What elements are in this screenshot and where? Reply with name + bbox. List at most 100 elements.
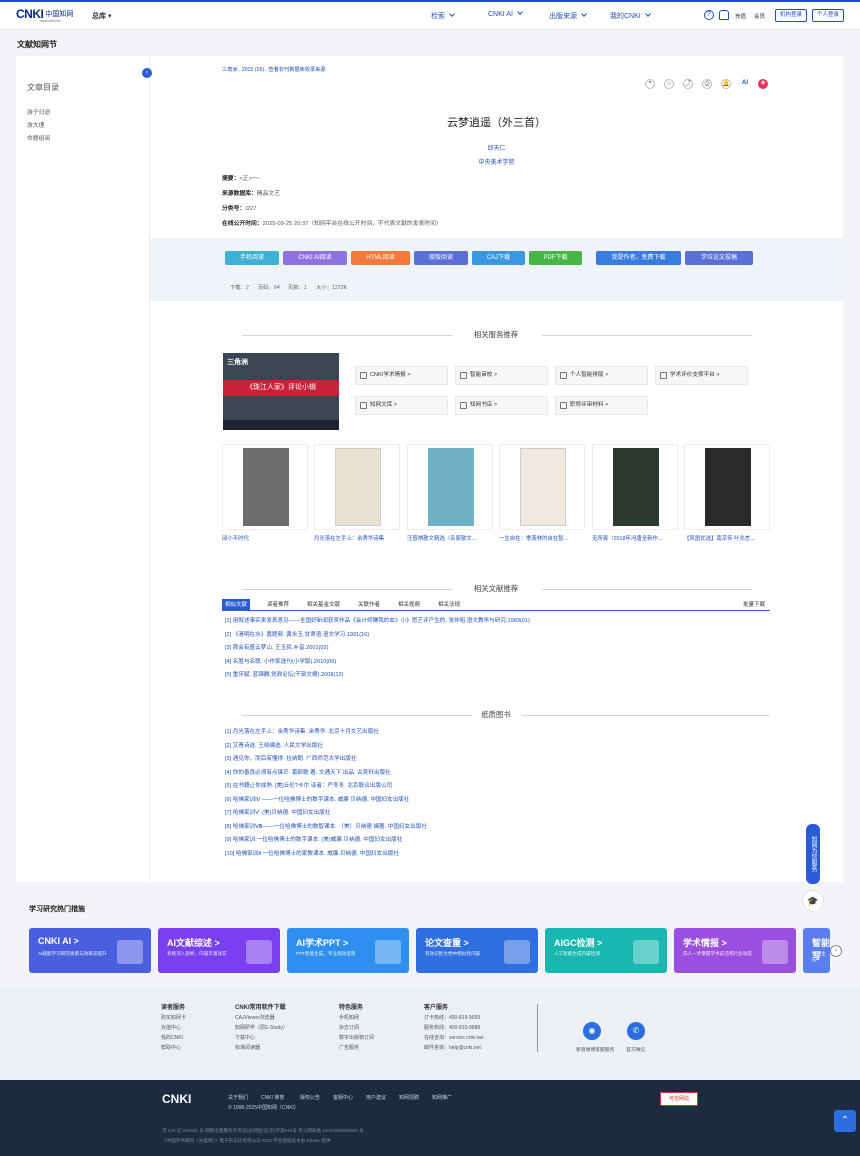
book-ref-item[interactable]: [2] 艾青诗选. 王晓编选. 人民文学出版社 [225, 741, 323, 749]
app-icon[interactable]: ◈ [758, 79, 768, 89]
reference-item[interactable]: [3] 那会有盛云梦山. 王玉民.乡音.2001(02) [225, 643, 329, 651]
pdf-download-button[interactable]: PDF下载 [529, 251, 582, 265]
notify-icon[interactable]: 🔔 [721, 79, 731, 89]
toc-item[interactable]: 游子归途 [27, 107, 50, 116]
footer-link[interactable]: CAJViewer浏览器 [235, 1013, 288, 1023]
recharge-link[interactable]: 充值 [735, 12, 746, 20]
footer-link[interactable]: 手机知网 [339, 1013, 374, 1023]
batch-download-link[interactable]: 批量下载 [740, 599, 768, 611]
hot-card-aigc[interactable]: AIGC检测 > 人工智能生成内容检测 [545, 928, 667, 973]
book-ref-item[interactable]: [6] 哈佛家训Ⅳ ——一位哈佛博士的数字课本. 威廉 贝纳德. 中国妇女出版社 [225, 795, 409, 803]
share-icon[interactable]: ⤴ [683, 79, 693, 89]
promo-banner[interactable]: 三角洲 《珠江人家》评论小辑 [223, 353, 339, 430]
service-smart-layout[interactable]: 个人智能排版 > [555, 366, 648, 385]
html-read-button[interactable]: HTML阅读 [351, 251, 410, 265]
book-ref-item[interactable]: [9] 哈佛家训:一位哈佛博士的数字课本. (美)威廉.贝纳德. 中国妇女出版社 [225, 835, 402, 843]
book-card[interactable] [314, 444, 400, 530]
footer-link[interactable]: 版权公告 [300, 1094, 320, 1101]
source-breadcrumb[interactable]: 三角洲 . 2025 (26) . 查看非刊数据库收录来源 [222, 66, 325, 73]
hot-card-smart-write[interactable]: 智能写 智能生成 [803, 928, 830, 973]
tab-fund-literature[interactable]: 相关基金文献 [304, 599, 343, 611]
book-ref-item[interactable]: [3] 遇见你，而后有懂得. 拉纳朗. 广西师范大学出版社 [225, 754, 356, 762]
nav-publication-source[interactable]: 出版来源 [549, 11, 587, 21]
tab-related-author[interactable]: 关联作者 [355, 599, 383, 611]
book-ref-item[interactable]: [10] 哈佛家训Ⅱ:一位哈佛博士的家教课本. 威廉.贝纳德. 中国妇女出版社 [225, 849, 399, 857]
service-library[interactable]: 知网文库 > [355, 396, 448, 415]
hot-card-intel[interactable]: 学术情报 > 先人一步掌握学术前沿和行业动态 [674, 928, 796, 973]
footer-link[interactable]: 杂志订阅 [339, 1023, 374, 1033]
toc-item[interactable]: 命题组阅 [27, 133, 50, 142]
footer-link[interactable]: 充值中心 [161, 1023, 186, 1033]
book-caption[interactable]: 月光落在左手上：余秀华诗集 [314, 534, 400, 542]
service-title-review[interactable]: 职称评审材料 > [555, 396, 648, 415]
institution-link[interactable]: 中央美术学院 [150, 157, 843, 166]
book-caption[interactable]: 汪曾祺散文精选（名家散文... [407, 534, 493, 542]
service-smart-proofread[interactable]: 智能审校 > [455, 366, 548, 385]
ai-icon[interactable]: AI [740, 79, 750, 89]
book-card[interactable] [222, 444, 308, 530]
hot-card-ai-review[interactable]: AI文献综述 > 系统深入剖析，内容丰富详实 [158, 928, 280, 973]
book-card[interactable] [684, 444, 770, 530]
book-caption[interactable]: 无所畏（2018年冯唐全新作... [592, 534, 678, 542]
graduation-cap-icon[interactable]: 🎓 [802, 890, 824, 912]
footer-link[interactable]: 标准阅读器 [235, 1043, 288, 1053]
hot-card-plagiarism[interactable]: 论文查重 > 有效识别文档中相似性内容 [416, 928, 538, 973]
footer-link[interactable]: 用户建议 [366, 1094, 386, 1101]
tab-similar[interactable]: 相似文献 [222, 599, 251, 611]
service-academic-intel[interactable]: CNKI学术情报 > [355, 366, 448, 385]
nav-cnki-ai[interactable]: CNKI AI [488, 9, 523, 18]
tab-related-law[interactable]: 相关法规 [435, 599, 463, 611]
collapse-sidebar-icon[interactable]: ‹ [142, 68, 152, 78]
trusted-site-badge[interactable]: 可信网站 [660, 1092, 698, 1106]
book-ref-item[interactable]: [7] 哈佛家训Ⅴ. (美)贝纳德. 中国妇女出版社 [225, 808, 330, 816]
help-icon[interactable]: ? [704, 10, 714, 20]
reference-item[interactable]: [2] 《清明在水》嘉题频. 黄永玉.甘肃语.语文学习.1991(10) [225, 630, 369, 638]
book-ref-item[interactable]: [1] 月光落在左手上：余秀华诗集. 余秀华. 北京十月文艺出版社 [225, 727, 379, 735]
footer-link[interactable]: 关于我们 [228, 1094, 248, 1101]
footer-link[interactable]: 数字出版物订阅 [339, 1033, 374, 1043]
favorite-icon[interactable]: ☆ [664, 79, 674, 89]
service-bookstore[interactable]: 知网书店 > [455, 396, 548, 415]
thesis-submit-button[interactable]: 学位论文投稿 [685, 251, 753, 265]
member-link[interactable]: 会员 [754, 12, 765, 20]
footer-link[interactable]: 帮助中心 [161, 1043, 186, 1053]
org-login-button[interactable]: 机构登录 [775, 9, 808, 22]
footer-link[interactable]: CNKI 荣誉 [261, 1094, 284, 1101]
footer-link[interactable]: 广告服务 [339, 1043, 374, 1053]
quote-icon[interactable]: ❝ [645, 79, 655, 89]
book-ref-item[interactable]: [8] 哈佛家训Ⅷ——一位哈佛博士的数智课本. （美）贝纳德 编著. 中国妇女出… [225, 822, 427, 830]
nav-search[interactable]: 检索 [431, 11, 455, 21]
nav-my-cnki[interactable]: 我的CNKI [610, 11, 651, 21]
footer-link[interactable]: 下载中心 [235, 1033, 288, 1043]
reference-item[interactable]: [1] 用叙述事实来发表意见——全国好新闻获奖作品《会计师赚我的血》小》思艺评产… [225, 616, 530, 624]
footer-link[interactable]: 客服中心 [333, 1094, 353, 1101]
footer-link[interactable]: 购买知网卡 [161, 1013, 186, 1023]
back-to-top-button[interactable]: ⌃ [834, 1110, 856, 1132]
reference-item[interactable]: [4] 名胜与名联. 小作家选刊(小学版).2010(06) [225, 657, 336, 665]
caj-download-button[interactable]: CAJ下载 [472, 251, 525, 265]
personal-login-button[interactable]: 个人登录 [812, 9, 845, 22]
footer-link[interactable]: 知网推广 [432, 1094, 452, 1101]
book-caption[interactable]: 一生自在：季羡林的自在智... [499, 534, 585, 542]
book-caption[interactable]: 邱小平时代 [222, 534, 308, 542]
wechat-icon[interactable]: ✆ [627, 1022, 645, 1040]
toc-item[interactable]: 游大理 [27, 120, 44, 129]
book-card[interactable] [499, 444, 585, 530]
chevron-right-icon[interactable]: › [830, 945, 842, 957]
footer-link[interactable]: 我的CNKI [161, 1033, 186, 1043]
mobile-read-button[interactable]: 手机阅读 [225, 251, 279, 265]
footer-link[interactable]: 知网招聘 [399, 1094, 419, 1101]
tab-related-video[interactable]: 相关视频 [395, 599, 423, 611]
author-link[interactable]: 邱天仁 [150, 143, 843, 152]
book-ref-item[interactable]: [4] 你的善良必须有点锋芒. 慕颜歌 著. 文通天下 出品. 古吴轩出版社 [225, 768, 391, 776]
reference-item[interactable]: [5] 重庆赋. 蓝锦麟.党政论坛(干部文摘).2008(12) [225, 670, 343, 678]
book-card[interactable] [407, 444, 493, 530]
book-ref-item[interactable]: [5] 在书籍让你成熟. [美]丘伦?卡尔 译者：严冬冬. 北京联合出版公司 [225, 781, 392, 789]
book-card[interactable] [592, 444, 678, 530]
author-free-download-button[interactable]: 我是作者，免费下载 [596, 251, 681, 265]
cnki-ai-read-button[interactable]: CNKI AI阅读 [283, 251, 347, 265]
library-selector[interactable]: 总库 ▾ [92, 11, 111, 21]
footer-link[interactable]: 知网研学（原E-Study） [235, 1023, 288, 1033]
original-read-button[interactable]: 原版阅读 [414, 251, 468, 265]
hot-card-ai-ppt[interactable]: AI学术PPT > PPT智能生成，专业高效呈现 [287, 928, 409, 973]
